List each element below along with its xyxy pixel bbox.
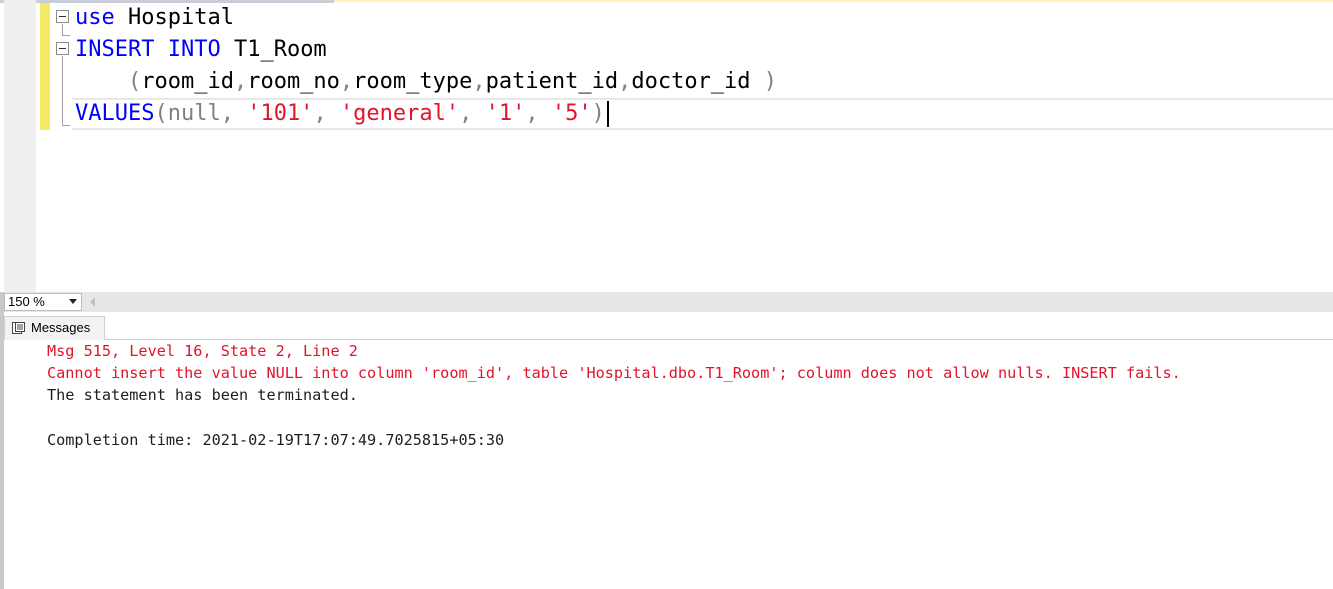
- code-token: 'general': [339, 101, 460, 126]
- code-line-1[interactable]: use Hospital: [75, 2, 234, 34]
- message-line: Completion time: 2021-02-19T17:07:49.702…: [47, 431, 505, 449]
- chevron-down-icon[interactable]: [69, 299, 77, 304]
- messages-pane[interactable]: Msg 515, Level 16, State 2, Line 2 Canno…: [4, 340, 1333, 589]
- outline-guide-tick: [62, 125, 70, 126]
- code-token: ): [763, 69, 778, 94]
- code-token: ,: [233, 69, 248, 94]
- scroll-left-icon[interactable]: [90, 297, 95, 307]
- outline-guide-tick: [62, 35, 70, 36]
- code-token: patient_id: [485, 69, 619, 94]
- code-token: '5': [551, 101, 592, 126]
- code-token: INSERT: [75, 37, 155, 62]
- text-caret: [607, 101, 609, 127]
- code-token: ,: [472, 69, 486, 94]
- code-token: room_id: [141, 69, 234, 94]
- selection-margin[interactable]: [4, 0, 36, 292]
- code-token: '1': [485, 101, 526, 126]
- code-line-4[interactable]: VALUES(null, '101', 'general', '1', '5'): [75, 98, 605, 130]
- change-tracking-marker: [40, 3, 50, 130]
- tab-messages[interactable]: Messages: [4, 316, 105, 341]
- code-token: VALUES: [75, 101, 155, 126]
- message-line: Msg 515, Level 16, State 2, Line 2: [47, 342, 358, 360]
- collapse-minus-icon[interactable]: [56, 10, 69, 23]
- message-line: The statement has been terminated.: [47, 386, 358, 404]
- code-token: room_type: [353, 69, 473, 94]
- code-token: T1_Room: [220, 37, 327, 62]
- code-token: doctor_id: [631, 69, 764, 94]
- code-token: Hospital: [114, 5, 234, 30]
- code-token: ,: [459, 101, 486, 126]
- results-tab-strip: Messages: [4, 312, 1333, 341]
- code-token: ): [591, 101, 605, 126]
- code-token: use: [75, 5, 115, 30]
- code-token: room_no: [247, 69, 340, 94]
- zoom-dropdown[interactable]: 150 %: [4, 293, 82, 311]
- message-line: Cannot insert the value NULL into column…: [47, 364, 1181, 382]
- editor-status-bar: 150 %: [4, 292, 1333, 312]
- collapse-minus-icon[interactable]: [56, 42, 69, 55]
- query-editor[interactable]: use Hospital INSERT INTO T1_Room (room_i…: [0, 0, 1333, 292]
- code-token: ,: [313, 101, 340, 126]
- code-line-3[interactable]: (room_id,room_no,room_type,patient_id,do…: [75, 66, 777, 98]
- code-token: (: [127, 69, 142, 94]
- code-token: ,: [618, 69, 632, 94]
- outline-guide-line: [62, 56, 63, 126]
- messages-icon: [12, 322, 25, 334]
- code-line-2[interactable]: INSERT INTO T1_Room: [75, 34, 327, 66]
- zoom-value: 150 %: [8, 294, 45, 309]
- code-token: INTO: [167, 37, 221, 62]
- code-token: ,: [339, 69, 354, 94]
- code-token: ,: [525, 101, 552, 126]
- code-token: (null,: [154, 101, 248, 126]
- code-token: '101': [247, 101, 314, 126]
- tab-messages-label: Messages: [31, 320, 91, 335]
